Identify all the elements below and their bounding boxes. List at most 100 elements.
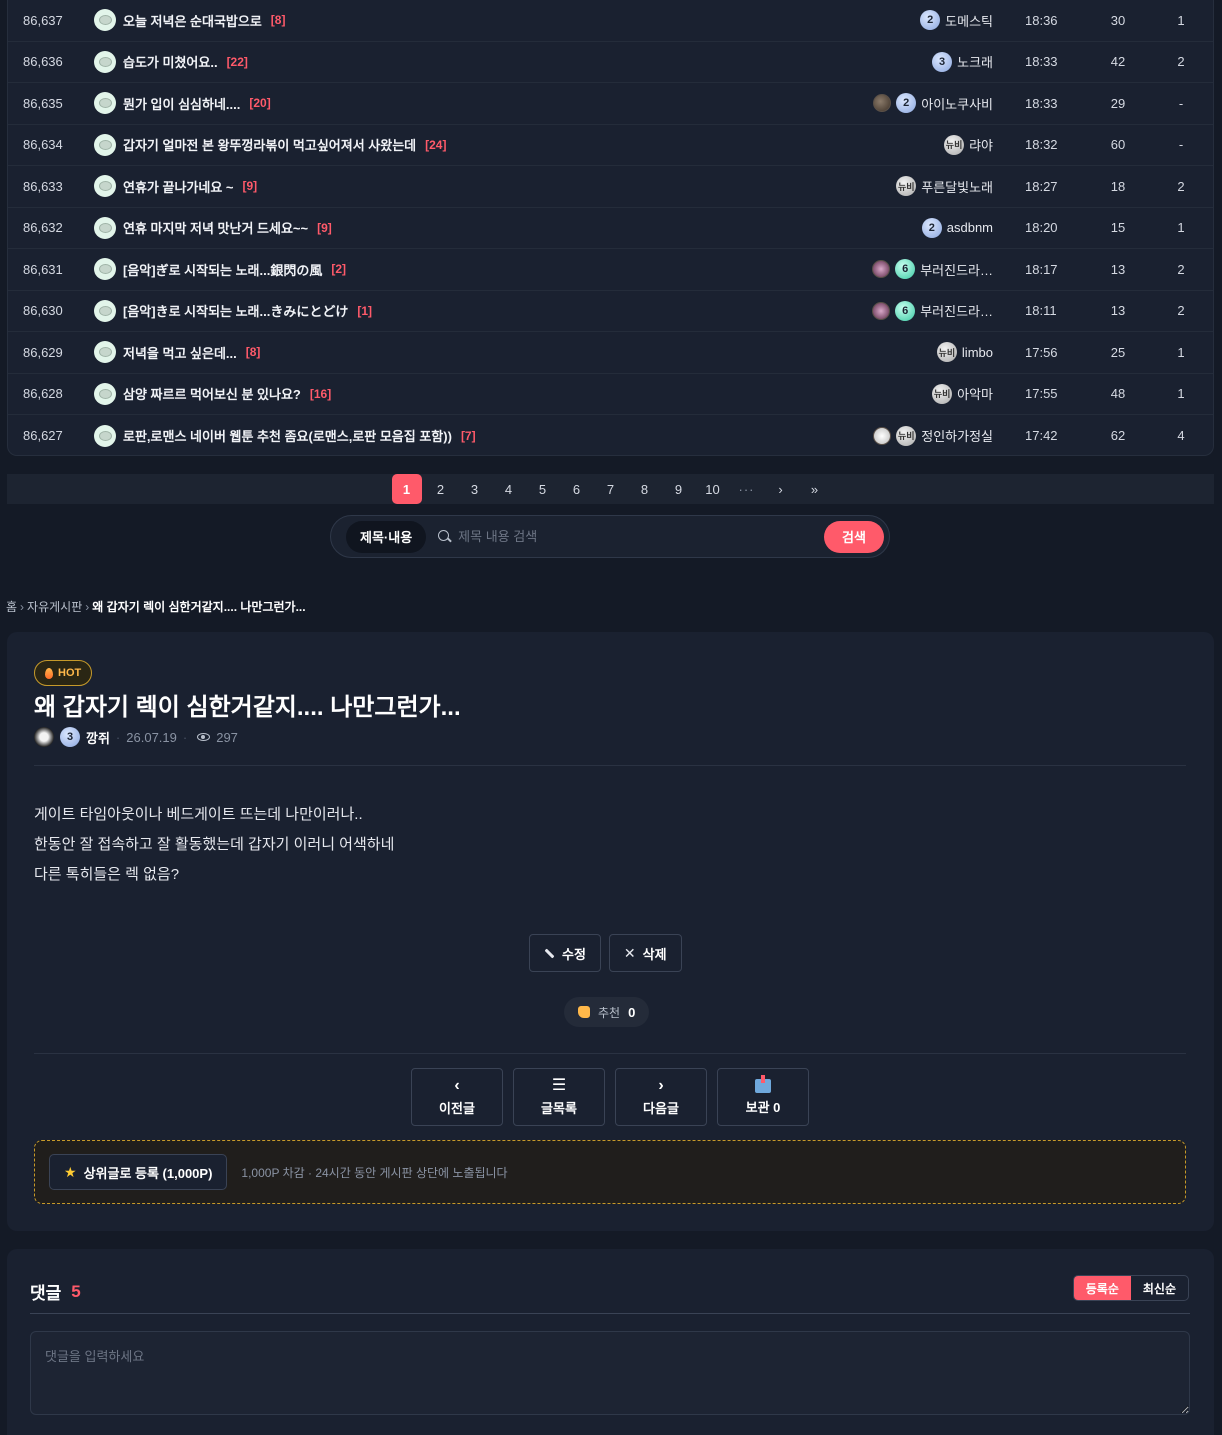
author-avatar[interactable]: [872, 301, 891, 320]
comment-count: [8]: [245, 345, 261, 360]
chat-bubble-icon: [94, 382, 116, 405]
table-row[interactable]: 86,630 [음악]き로 시작되는 노래...きみにとどけ [1] 6 부러진드라… 1…: [8, 291, 1213, 332]
promote-button[interactable]: ★ 상위글로 등록 (1,000P): [49, 1154, 228, 1190]
author-avatar[interactable]: [873, 94, 892, 113]
pencil-icon: [544, 948, 555, 958]
pagination: 1 2 3 4 5 6 7 8 9 10 ··· ›»: [7, 474, 1214, 504]
page-10-button[interactable]: 10: [698, 474, 728, 504]
post-title-link[interactable]: 연휴 마지막 저녁 맛난거 드세요~~ [9]: [94, 216, 332, 239]
save-button[interactable]: 보관 0: [717, 1068, 809, 1126]
page-6-button[interactable]: 6: [562, 474, 592, 504]
author-name[interactable]: 깡쥐: [86, 728, 110, 747]
meta-separator: ·: [182, 729, 188, 745]
post-author[interactable]: 2 asdbnm: [773, 217, 993, 238]
sort-oldest-button[interactable]: 등록순: [1073, 1276, 1131, 1300]
post-body: 게이트 타임아웃이나 베드게이트 뜨는데 나만이러나.. 한동안 잘 접속하고 …: [34, 800, 394, 890]
sort-newest-button[interactable]: 최신순: [1131, 1276, 1188, 1300]
breadcrumb-current: 왜 갑자기 렉이 심한거같지.... 나만그런가...: [92, 600, 306, 614]
table-row[interactable]: 86,633 연휴가 끝나가네요 ~ [9] 뉴비 푸른달빛노래 18:27 18 2: [8, 166, 1213, 208]
post-author[interactable]: 6 부러진드라…: [773, 300, 993, 321]
post-title-link[interactable]: 저녁을 먹고 싶은데... [8]: [94, 341, 261, 364]
delete-button[interactable]: ✕ 삭제: [608, 934, 682, 972]
post-author[interactable]: 2 도메스틱: [773, 10, 993, 31]
list-button[interactable]: ☰ 글목록: [513, 1068, 605, 1126]
comments-label: 댓글: [30, 1284, 62, 1303]
post-recommend: 1: [1177, 12, 1185, 28]
post-title-link[interactable]: 연휴가 끝나가네요 ~ [9]: [94, 175, 257, 198]
author-name: 푸른달빛노래: [921, 179, 993, 195]
post-recommend: 2: [1177, 261, 1185, 277]
page-8-button[interactable]: 8: [630, 474, 660, 504]
eye-icon: [197, 733, 211, 741]
last-page-button[interactable]: »: [800, 474, 830, 504]
author-avatar[interactable]: [34, 727, 54, 747]
page-3-button[interactable]: 3: [460, 474, 490, 504]
post-recommend: 2: [1177, 54, 1185, 70]
author-avatar[interactable]: [872, 260, 891, 279]
page-7-button[interactable]: 7: [596, 474, 626, 504]
table-row[interactable]: 86,628 삼양 짜르르 먹어보신 분 있나요? [16] 뉴비 아악마 17:55 48…: [8, 374, 1213, 415]
post-title-link[interactable]: 오늘 저녁은 순대국밥으로 [8]: [94, 9, 285, 32]
post-author[interactable]: 뉴비 랴야: [773, 134, 993, 155]
list-icon: ☰: [551, 1076, 567, 1094]
search-type-select[interactable]: 제목·내용: [346, 520, 427, 553]
edit-button[interactable]: 수정: [529, 934, 601, 972]
post-title-link[interactable]: [음악]ぎ로 시작되는 노래...銀閃の風 [2]: [94, 258, 346, 281]
breadcrumb-separator: ›: [20, 599, 25, 614]
table-row[interactable]: 86,632 연휴 마지막 저녁 맛난거 드세요~~ [9] 2 asdbnm 18:20…: [8, 208, 1213, 249]
page-4-button[interactable]: 4: [494, 474, 524, 504]
author-name: asdbnm: [946, 220, 993, 236]
post-title-link[interactable]: 로판,로맨스 네이버 웹툰 추천 좀요(로맨스,로판 모음집 포함)) [7]: [94, 424, 476, 447]
table-row[interactable]: 86,637 오늘 저녁은 순대국밥으로 [8] 2 도메스틱 18:36 30 1: [8, 0, 1213, 42]
page-1-button[interactable]: 1: [391, 474, 422, 504]
post-author[interactable]: 뉴비 limbo: [773, 342, 993, 363]
post-time: 17:56: [1025, 344, 1058, 360]
post-views: 42: [1110, 54, 1126, 70]
post-author[interactable]: 뉴비 푸른달빛노래: [773, 176, 993, 197]
post-author[interactable]: 2 아이노쿠사비: [773, 93, 993, 114]
comment-count: [1]: [357, 303, 373, 318]
table-row[interactable]: 86,629 저녁을 먹고 싶은데... [8] 뉴비 limbo 17:56 25 1: [8, 332, 1213, 374]
post-recommend: 1: [1177, 344, 1185, 360]
search-input[interactable]: [452, 529, 824, 544]
prev-post-button[interactable]: ‹ 이전글: [411, 1068, 503, 1126]
next-post-button[interactable]: › 다음글: [615, 1068, 707, 1126]
next-page-button[interactable]: ›: [766, 474, 796, 504]
post-title: 왜 갑자기 렉이 심한거같지.... 나만그런가...: [34, 694, 461, 721]
comment-input[interactable]: [30, 1331, 1190, 1415]
table-row[interactable]: 86,631 [음악]ぎ로 시작되는 노래...銀閃の風 [2] 6 부러진드라… 18:…: [8, 249, 1213, 291]
post-number: 86,635: [23, 95, 63, 111]
post-title-link[interactable]: [음악]き로 시작되는 노래...きみにとどけ [1]: [94, 299, 373, 322]
breadcrumb-home[interactable]: 홈: [6, 598, 17, 615]
post-author[interactable]: 6 부러진드라…: [773, 259, 993, 280]
post-view: HOT 왜 갑자기 렉이 심한거같지.... 나만그런가... 3 깡쥐 · 2…: [7, 632, 1214, 1231]
post-title-text: 저녁을 먹고 싶은데...: [123, 345, 237, 361]
post-author[interactable]: 뉴비 아악마: [773, 383, 993, 404]
post-title-link[interactable]: 삼양 짜르르 먹어보신 분 있나요? [16]: [94, 382, 331, 405]
author-avatar[interactable]: [873, 426, 892, 445]
author-name: 랴야: [969, 138, 993, 154]
table-row[interactable]: 86,635 뭔가 입이 심심하네.... [20] 2 아이노쿠사비 18:33 29 -: [8, 83, 1213, 125]
hot-badge-label: HOT: [58, 667, 82, 679]
search-icon: [438, 529, 452, 544]
page-2-button[interactable]: 2: [426, 474, 456, 504]
page-5-button[interactable]: 5: [528, 474, 558, 504]
post-views: 62: [1110, 428, 1126, 444]
chat-bubble-icon: [94, 175, 116, 198]
post-number: 86,634: [23, 137, 63, 153]
table-row[interactable]: 86,636 습도가 미쳤어요.. [22] 3 노크래 18:33 42 2: [8, 42, 1213, 83]
post-author[interactable]: 뉴비 정인하가정실: [773, 425, 993, 446]
breadcrumb-board[interactable]: 자유게시판: [27, 598, 82, 615]
like-button[interactable]: 추천 0: [564, 997, 650, 1027]
page-9-button[interactable]: 9: [664, 474, 694, 504]
table-row[interactable]: 86,627 로판,로맨스 네이버 웹툰 추천 좀요(로맨스,로판 모음집 포함)…: [8, 415, 1213, 455]
post-time: 18:20: [1025, 220, 1058, 236]
post-recommend: 2: [1177, 178, 1185, 194]
search-button[interactable]: 검색: [824, 520, 884, 553]
post-title-text: 연휴가 끝나가네요 ~: [123, 179, 234, 195]
table-row[interactable]: 86,634 갑자기 얼마전 본 왕뚜껑라볶이 먹고싶어져서 사왔는데 [24] 뉴비…: [8, 125, 1213, 166]
post-title-link[interactable]: 뭔가 입이 심심하네.... [20]: [94, 92, 271, 115]
post-author[interactable]: 3 노크래: [773, 51, 993, 72]
post-title-link[interactable]: 습도가 미쳤어요.. [22]: [94, 50, 248, 73]
post-title-link[interactable]: 갑자기 얼마전 본 왕뚜껑라볶이 먹고싶어져서 사왔는데 [24]: [94, 133, 446, 156]
